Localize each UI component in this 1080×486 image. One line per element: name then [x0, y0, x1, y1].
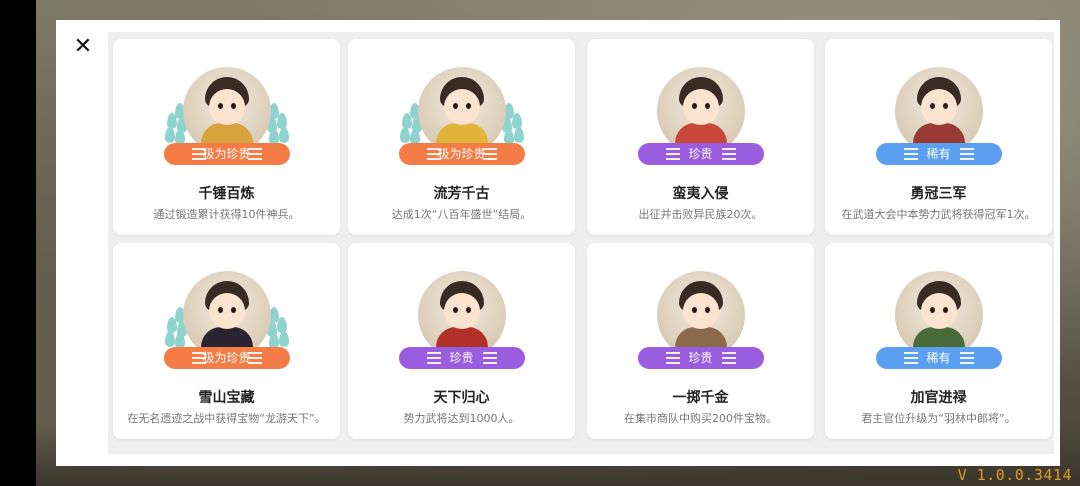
rarity-label: 珍贵 — [449, 351, 474, 365]
stripe-icon — [482, 352, 497, 364]
avatar-wrap — [637, 271, 765, 359]
character-avatar — [656, 271, 745, 359]
close-icon[interactable]: ✕ — [72, 36, 94, 58]
stripe-icon — [721, 148, 736, 160]
achievement-title: 流芳千古 — [433, 186, 490, 202]
stripe-icon — [426, 352, 441, 364]
character-avatar — [417, 271, 506, 359]
stripe-icon — [959, 352, 974, 364]
stripe-icon — [665, 148, 680, 160]
achievement-description: 势力武将达到1000人。 — [403, 412, 520, 425]
character-avatar — [417, 67, 506, 155]
achievement-title: 天下归心 — [433, 390, 490, 406]
character-avatar — [656, 67, 745, 155]
avatar-wrap — [398, 67, 526, 155]
stripe-icon — [426, 148, 441, 160]
avatar-wrap — [163, 67, 291, 155]
avatar-wrap — [875, 271, 1003, 359]
character-avatar — [182, 271, 271, 359]
rarity-badge: 珍贵 — [398, 347, 525, 369]
rarity-label: 极为珍贵 — [202, 147, 251, 161]
version-label: V 1.0.0.3414 — [957, 466, 1072, 484]
stripe-icon — [903, 148, 918, 160]
achievement-title: 勇冠三军 — [910, 186, 967, 202]
stripe-icon — [903, 352, 918, 364]
avatar-wrap — [163, 271, 291, 359]
stripe-icon — [191, 148, 206, 160]
stripe-icon — [959, 148, 974, 160]
rarity-label: 极为珍贵 — [202, 351, 251, 365]
achievement-description: 达成1次“八百年盛世”结局。 — [391, 208, 532, 221]
achievement-description: 在无名遗迹之战中获得宝物“龙游天下”。 — [127, 412, 326, 425]
rarity-label: 珍贵 — [688, 147, 713, 161]
achievement-card[interactable]: 极为珍贵流芳千古达成1次“八百年盛世”结局。 — [348, 39, 575, 235]
avatar-wrap — [637, 67, 765, 155]
achievement-title: 蛮夷入侵 — [672, 186, 729, 202]
achievement-description: 在集市商队中购买200件宝物。 — [624, 412, 777, 425]
achievement-title: 加官进禄 — [910, 390, 967, 406]
achievements-modal: ✕ 极为珍贵 千锤百炼 通过锻造累计获得10件神兵。 极为珍贵 流芳千古 达成1次“八百年… — [56, 20, 1060, 466]
avatar-wrap — [875, 67, 1003, 155]
avatar-wrap — [398, 271, 526, 359]
achievement-title: 雪山宝藏 — [198, 390, 255, 406]
rarity-badge: 珍贵 — [637, 347, 764, 369]
achievement-description: 在武道大会中本势力武将获得冠军1次。 — [841, 208, 1036, 221]
rarity-badge: 稀有 — [875, 347, 1002, 369]
stripe-icon — [721, 352, 736, 364]
character-avatar — [182, 67, 271, 155]
achievement-title: 千锤百炼 — [198, 186, 255, 202]
achievement-title: 一掷千金 — [672, 390, 729, 406]
achievement-grid: 极为珍贵 千锤百炼 通过锻造累计获得10件神兵。 极为珍贵 流芳千古 达成1次“八百年盛世… — [108, 32, 1054, 454]
stripe-icon — [482, 148, 497, 160]
rarity-label: 稀有 — [926, 351, 951, 365]
rarity-label: 稀有 — [926, 147, 951, 161]
achievement-description: 君主官位升级为“羽林中郎将”。 — [861, 412, 1016, 425]
rarity-badge: 珍贵 — [637, 143, 764, 165]
rarity-badge: 极为珍贵 — [398, 143, 525, 165]
achievement-card[interactable]: 珍贵天下归心势力武将达到1000人。 — [348, 243, 575, 439]
achievement-card[interactable]: 极为珍贵千锤百炼通过锻造累计获得10件神兵。 — [113, 39, 340, 235]
stripe-icon — [247, 148, 262, 160]
achievement-description: 出征并击败异民族20次。 — [638, 208, 763, 221]
stripe-icon — [191, 352, 206, 364]
achievement-card[interactable]: 珍贵一掷千金在集市商队中购买200件宝物。 — [587, 243, 814, 439]
achievement-card[interactable]: 稀有勇冠三军在武道大会中本势力武将获得冠军1次。 — [825, 39, 1052, 235]
achievement-description: 通过锻造累计获得10件神兵。 — [153, 208, 300, 221]
rarity-label: 珍贵 — [688, 351, 713, 365]
achievement-card[interactable]: 稀有加官进禄君主官位升级为“羽林中郎将”。 — [825, 243, 1052, 439]
achievement-card[interactable]: 极为珍贵雪山宝藏在无名遗迹之战中获得宝物“龙游天下”。 — [113, 243, 340, 439]
rarity-badge: 极为珍贵 — [163, 143, 290, 165]
character-avatar — [894, 271, 983, 359]
stripe-icon — [247, 352, 262, 364]
rarity-badge: 极为珍贵 — [163, 347, 290, 369]
rarity-badge: 稀有 — [875, 143, 1002, 165]
character-avatar — [894, 67, 983, 155]
rarity-label: 极为珍贵 — [437, 147, 486, 161]
stripe-icon — [665, 352, 680, 364]
achievement-card[interactable]: 珍贵蛮夷入侵出征并击败异民族20次。 — [587, 39, 814, 235]
